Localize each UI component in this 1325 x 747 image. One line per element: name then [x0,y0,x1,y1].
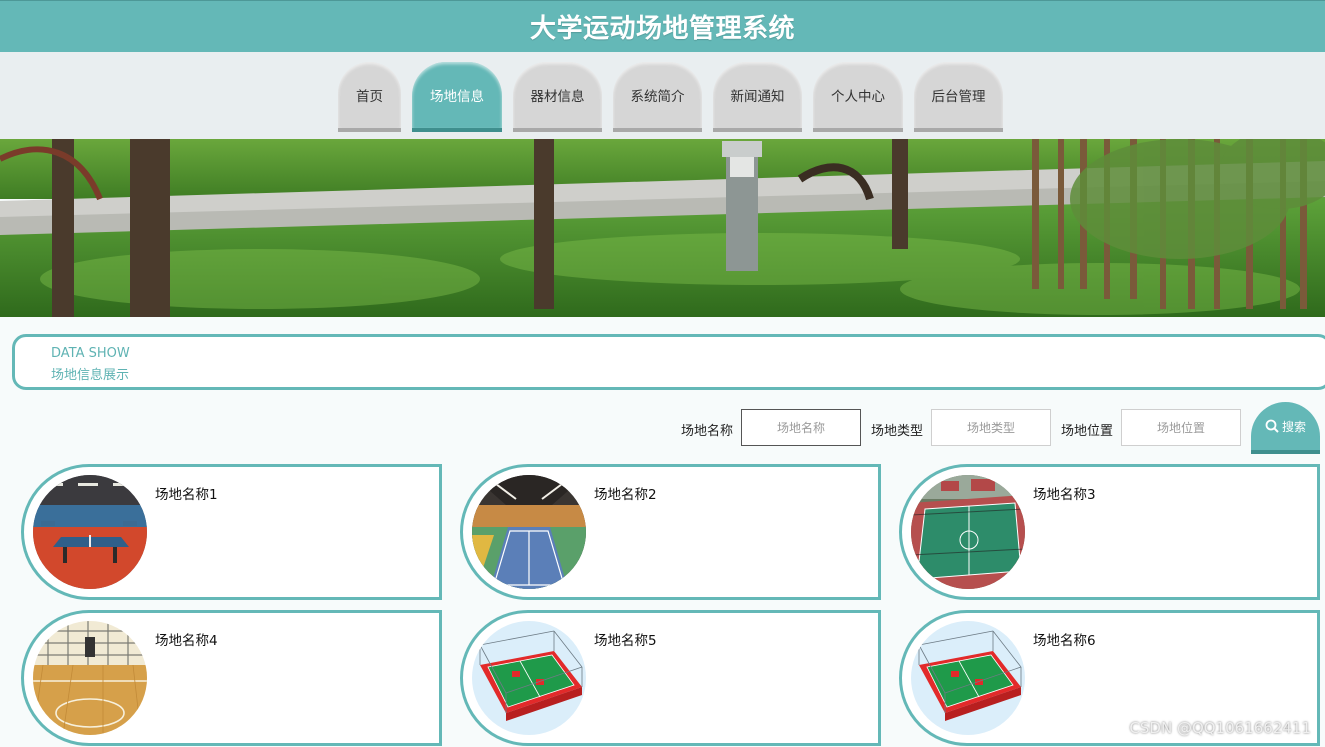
venue-card[interactable]: 场地名称3 [899,464,1320,600]
fenced-court-render-image [911,621,1025,735]
search-button[interactable]: 搜索 [1251,402,1320,454]
section-title-en: DATA SHOW [51,346,130,361]
nav-tab-news[interactable]: 新闻通知 [713,62,802,132]
venue-name: 场地名称4 [155,633,218,649]
venue-thumbnail [911,475,1025,589]
search-icon [1265,419,1279,433]
nav-tab-personal-center[interactable]: 个人中心 [813,62,903,132]
watermark-text: CSDN @QQ1061662411 [1129,719,1311,737]
venue-type-input[interactable] [931,409,1051,446]
venue-thumbnail [911,621,1025,735]
venue-name: 场地名称2 [594,487,657,503]
venue-location-input[interactable] [1121,409,1241,446]
badminton-hall-image [472,475,586,589]
venue-card[interactable]: 场地名称4 [21,610,442,746]
venue-name: 场地名称1 [155,487,218,503]
venue-name: 场地名称3 [1033,487,1096,503]
venue-thumbnail [472,475,586,589]
site-title: 大学运动场地管理系统 [529,14,795,44]
nav-tab-admin[interactable]: 后台管理 [914,62,1003,132]
nav-tabs: 首页 场地信息 器材信息 系统简介 新闻通知 个人中心 后台管理 [338,62,1014,132]
outdoor-basketball-court-image [911,475,1025,589]
venue-name: 场地名称6 [1033,633,1096,649]
fenced-court-render-image [472,621,586,735]
banner-image [0,139,1325,317]
venue-card[interactable]: 场地名称2 [460,464,881,600]
venue-type-label: 场地类型 [871,424,924,439]
venue-location-label: 场地位置 [1061,424,1114,439]
venue-name: 场地名称5 [594,633,657,649]
nav-tab-home[interactable]: 首页 [338,62,401,132]
venue-thumbnail [472,621,586,735]
nav-tab-system-intro[interactable]: 系统简介 [613,62,702,132]
nav-tab-venue-info[interactable]: 场地信息 [412,62,502,132]
venue-thumbnail [33,475,147,589]
search-button-label: 搜索 [1281,419,1306,434]
table-tennis-hall-image [33,475,147,589]
data-show-section: DATA SHOW 场地信息展示 [12,334,1325,390]
site-header: 大学运动场地管理系统 [0,0,1325,52]
banner-park-scene [0,139,1325,317]
nav-tab-equipment-info[interactable]: 器材信息 [513,62,602,132]
nav-bar: 首页 场地信息 器材信息 系统简介 新闻通知 个人中心 后台管理 [0,52,1325,139]
venue-card[interactable]: 场地名称5 [460,610,881,746]
indoor-basketball-court-image [33,621,147,735]
search-bar: 场地名称 场地类型 场地位置 搜索 [0,402,1325,458]
venue-name-input[interactable] [741,409,861,446]
venue-name-label: 场地名称 [681,424,734,439]
venue-card[interactable]: 场地名称1 [21,464,442,600]
section-title-cn: 场地信息展示 [51,368,130,383]
venue-thumbnail [33,621,147,735]
